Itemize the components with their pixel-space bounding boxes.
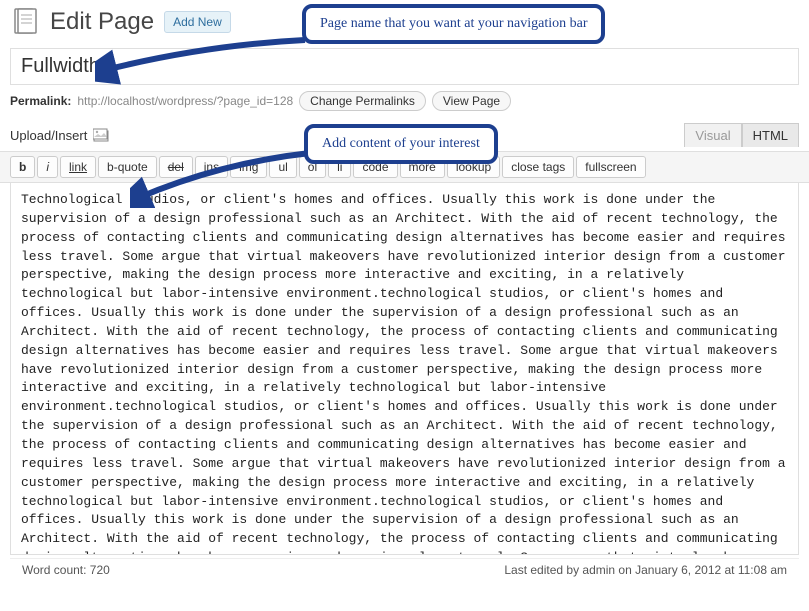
editor-tabs: Visual HTML	[684, 123, 799, 147]
tb-bold[interactable]: b	[10, 156, 35, 178]
callout-content: Add content of your interest	[304, 124, 498, 164]
permalink-row: Permalink: http://localhost/wordpress/?p…	[0, 85, 809, 117]
last-edited: Last edited by admin on January 6, 2012 …	[504, 563, 787, 577]
upload-insert[interactable]: Upload/Insert	[10, 128, 109, 143]
permalink-url: http://localhost/wordpress/?page_id=128	[77, 94, 293, 108]
change-permalinks-button[interactable]: Change Permalinks	[299, 91, 426, 111]
permalink-label: Permalink:	[10, 94, 71, 108]
tab-html[interactable]: HTML	[742, 123, 799, 147]
tb-italic[interactable]: i	[37, 156, 58, 178]
arrow-title-icon	[95, 35, 315, 85]
tb-fullscreen[interactable]: fullscreen	[576, 156, 645, 178]
view-page-button[interactable]: View Page	[432, 91, 511, 111]
status-bar: Word count: 720 Last edited by admin on …	[10, 558, 799, 585]
tab-visual[interactable]: Visual	[684, 123, 741, 147]
tb-closetags[interactable]: close tags	[502, 156, 574, 178]
upload-insert-label: Upload/Insert	[10, 128, 87, 143]
word-count: Word count: 720	[22, 563, 110, 577]
tb-link[interactable]: link	[60, 156, 96, 178]
content-editor[interactable]	[10, 183, 799, 555]
add-new-button[interactable]: Add New	[164, 11, 231, 33]
callout-title: Page name that you want at your navigati…	[302, 4, 605, 44]
editor-wrap	[0, 183, 809, 558]
media-icon[interactable]	[93, 128, 109, 142]
page-icon	[10, 6, 42, 38]
arrow-content-icon	[130, 148, 320, 208]
page-title: Edit Page	[50, 8, 154, 36]
